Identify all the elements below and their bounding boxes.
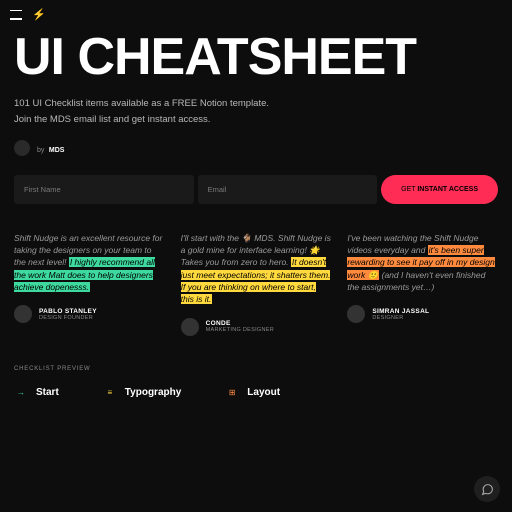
avatar [181,318,199,336]
section-label: CHECKLIST PREVIEW [14,366,498,372]
cta-prefix: GET [401,186,417,193]
typography-icon: ≡ [103,386,117,400]
category-label: Layout [247,387,280,398]
subtitle-line-2: Join the MDS email list and get instant … [14,112,498,127]
chat-icon [481,483,494,496]
category-label: Typography [125,387,181,398]
person-role: MARKETING DESIGNER [206,327,274,333]
avatar [14,305,32,323]
cta-strong: INSTANT ACCESS [417,186,478,193]
category-label: Start [36,387,59,398]
person-name: SIMRAN JASSAL [372,308,429,315]
author-by: by [37,147,44,154]
testimonial: Shift Nudge is an excellent resource for… [14,232,165,336]
person-role: DESIGN FOUNDER [39,315,97,321]
email-input[interactable] [198,175,378,204]
person-role: DESIGNER [372,315,429,321]
menu-icon[interactable] [10,10,22,20]
bolt-icon: ⚡ [32,8,46,21]
arrow-right-icon: → [14,386,28,400]
first-name-input[interactable] [14,175,194,204]
author-name: MDS [49,147,65,154]
category-layout[interactable]: ⊞ Layout [225,386,280,400]
subtitle-line-1: 101 UI Checklist items available as a FR… [14,96,498,111]
layout-icon: ⊞ [225,386,239,400]
cta-button[interactable]: GET INSTANT ACCESS [381,175,498,204]
category-typography[interactable]: ≡ Typography [103,386,181,400]
person-name: CONDE [206,320,274,327]
help-button[interactable] [474,476,500,502]
author-avatar [14,140,30,156]
testimonials: Shift Nudge is an excellent resource for… [14,232,498,336]
author-block: by MDS [14,139,498,157]
testimonial: I'll start with the 🐐 MDS. Shift Nudge i… [181,232,332,336]
category-start[interactable]: → Start [14,386,59,400]
person-name: PABLO STANLEY [39,308,97,315]
page-title: UI CHEATSHEET [14,33,498,82]
avatar [347,305,365,323]
categories: → Start ≡ Typography ⊞ Layout [14,386,498,400]
testimonial: I've been watching the Shift Nudge video… [347,232,498,336]
